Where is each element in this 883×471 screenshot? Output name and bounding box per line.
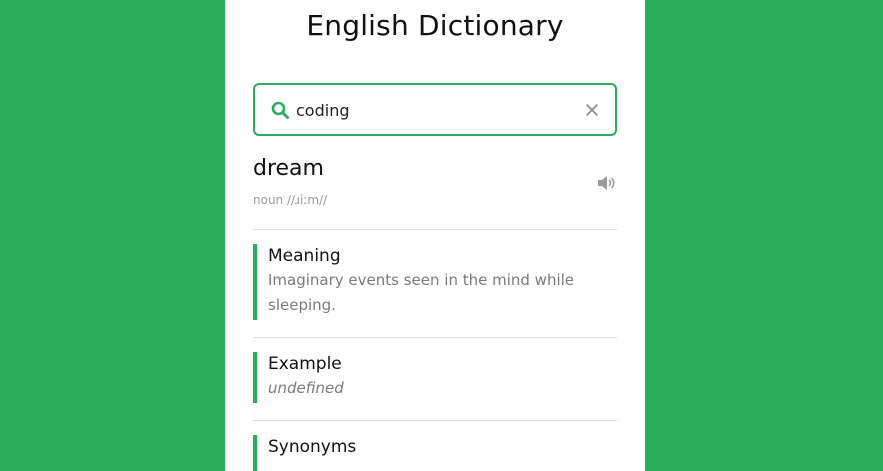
result-word: dream (253, 156, 324, 181)
search-input[interactable] (296, 95, 566, 125)
synonyms-section: Synonyms (253, 435, 617, 471)
page-title: English Dictionary (306, 9, 564, 42)
example-section: Example undefined (253, 352, 617, 403)
synonyms-title: Synonyms (268, 437, 357, 457)
meaning-section: Meaning Imaginary events seen in the min… (253, 244, 617, 320)
divider (253, 229, 617, 230)
volume-icon[interactable] (597, 174, 617, 192)
search-box (253, 83, 617, 136)
divider (253, 420, 617, 421)
meaning-title: Meaning (268, 246, 341, 266)
search-icon (271, 101, 289, 119)
meaning-text: Imaginary events seen in the mind while … (268, 271, 575, 314)
result-phonetic: noun //ɹiːm// (253, 193, 328, 207)
divider (253, 337, 617, 338)
example-title: Example (268, 354, 342, 374)
close-icon[interactable] (583, 101, 601, 119)
example-text: undefined (268, 379, 344, 397)
dictionary-card: English Dictionary dream noun //ɹiːm// M… (225, 0, 645, 471)
